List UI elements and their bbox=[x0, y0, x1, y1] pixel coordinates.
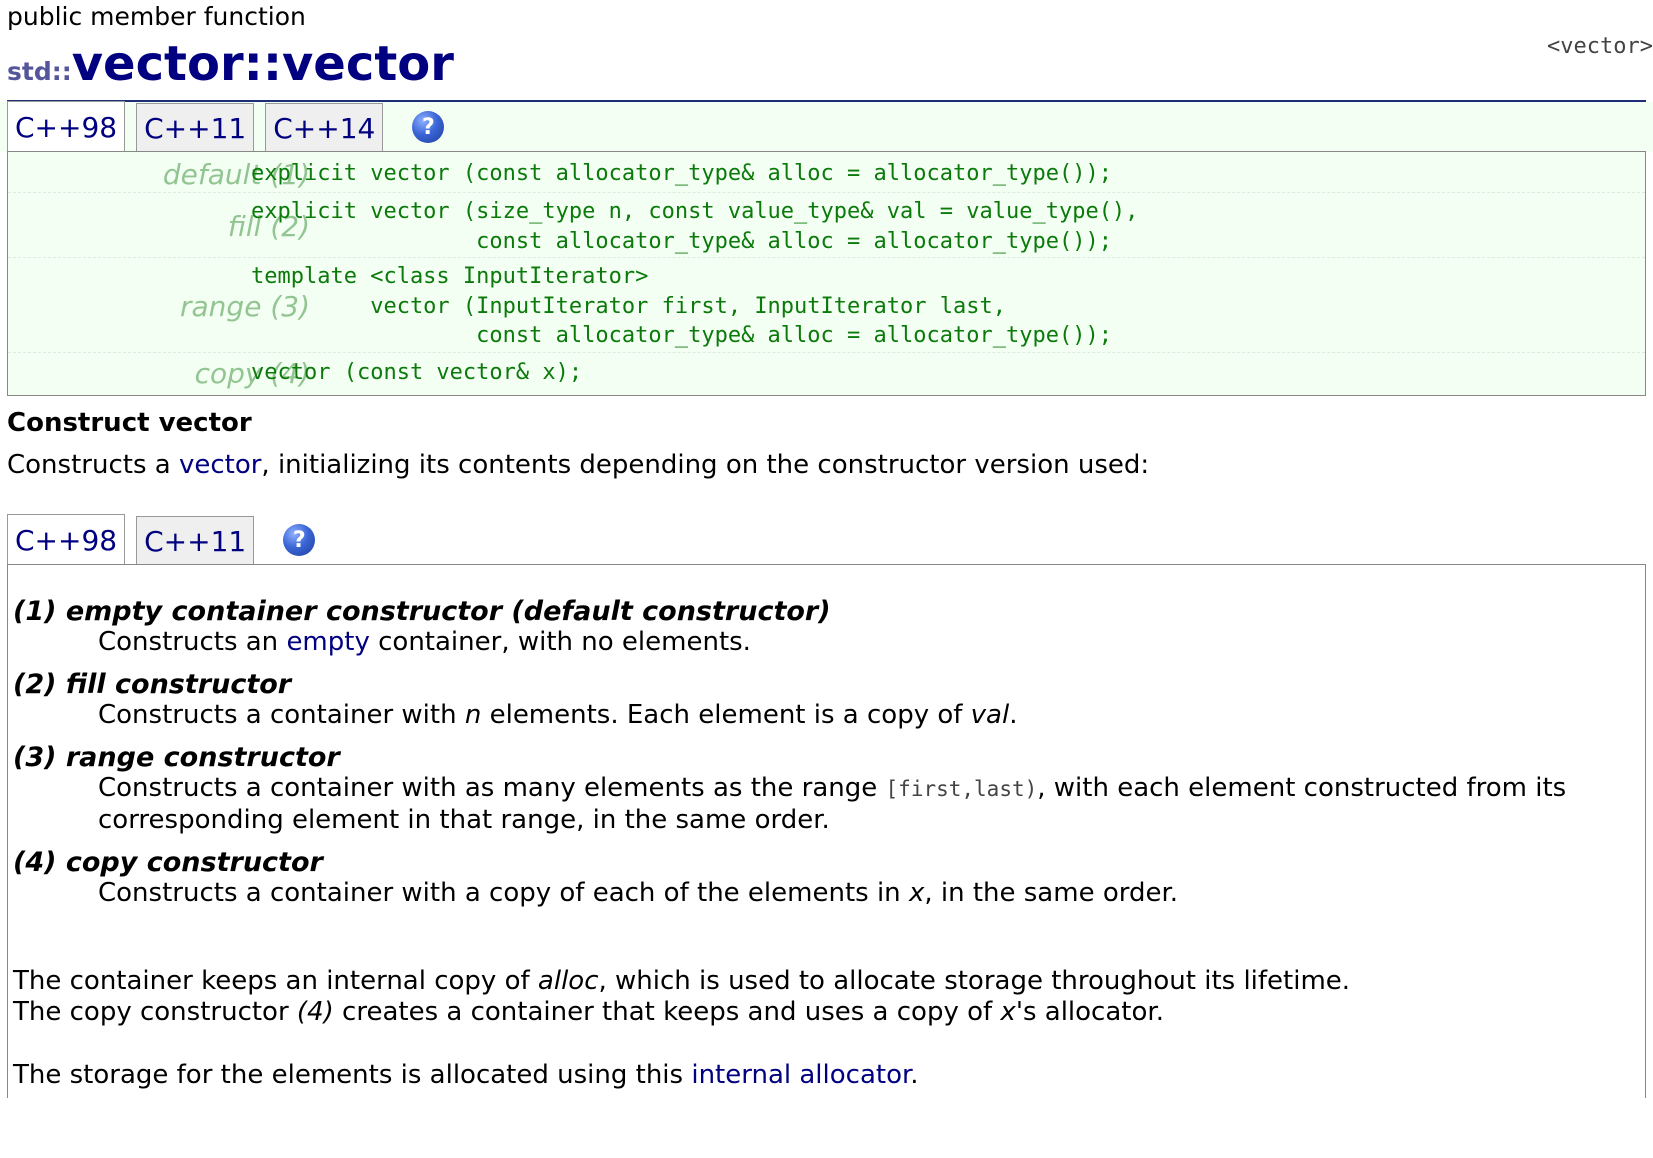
prototype-row-fill: fill (2) explicit vector (size_type n, c… bbox=[8, 192, 1645, 258]
prototype-row-copy: copy (4) vector (const vector& x); bbox=[8, 352, 1645, 395]
help-icon[interactable]: ? bbox=[283, 524, 316, 556]
function-name: vector::vector bbox=[71, 36, 454, 92]
prototype-code: vector (const vector& x); bbox=[251, 360, 583, 385]
tab-cpp14[interactable]: C++14 bbox=[265, 103, 384, 153]
constructor-heading-fill: (2) fill constructor bbox=[13, 669, 292, 700]
allocator-note: The container keeps an internal copy of … bbox=[13, 966, 1351, 996]
prototype-row-range: range (3) template <class InputIterator>… bbox=[8, 257, 1645, 353]
prototype-version-tabs: C++98 C++11 C++14 ? bbox=[7, 101, 445, 153]
page-title: std::vector::vector bbox=[7, 36, 454, 92]
vector-link[interactable]: vector bbox=[179, 450, 261, 480]
prototype-code: explicit vector (size_type n, const valu… bbox=[251, 199, 1139, 254]
storage-note: The storage for the elements is allocate… bbox=[13, 1060, 919, 1090]
constructor-body-fill: Constructs a container with n elements. … bbox=[98, 700, 1018, 730]
header-file-link[interactable]: <vector> bbox=[1547, 34, 1653, 59]
range-notation: [first,last) bbox=[885, 777, 1038, 801]
prototype-table: default (1) explicit vector (const alloc… bbox=[7, 151, 1646, 396]
tab-cpp11[interactable]: C++11 bbox=[136, 516, 255, 566]
tab-cpp98[interactable]: C++98 bbox=[7, 514, 126, 566]
constructor-heading-copy: (4) copy constructor bbox=[13, 847, 323, 878]
prototype-code: template <class InputIterator> vector (I… bbox=[251, 264, 1112, 348]
copy-allocator-note: The copy constructor (4) creates a conta… bbox=[13, 997, 1164, 1027]
constructor-body-range: Constructs a container with as many elem… bbox=[98, 773, 1567, 835]
prototype-code: explicit vector (const allocator_type& a… bbox=[251, 161, 1112, 186]
tab-cpp98[interactable]: C++98 bbox=[7, 101, 126, 153]
member-kind-label: public member function bbox=[7, 2, 306, 31]
namespace-prefix: std:: bbox=[7, 57, 72, 86]
tab-cpp11[interactable]: C++11 bbox=[136, 103, 255, 153]
description-version-tabs: C++98 C++11 ? bbox=[7, 514, 316, 566]
section-heading: Construct vector bbox=[7, 408, 252, 438]
empty-link[interactable]: empty bbox=[286, 627, 369, 657]
constructor-heading-empty: (1) empty container constructor (default… bbox=[13, 596, 831, 627]
constructor-heading-range: (3) range constructor bbox=[13, 742, 340, 773]
intro-text: Constructs a vector, initializing its co… bbox=[7, 450, 1150, 480]
help-icon[interactable]: ? bbox=[412, 111, 445, 143]
constructor-descriptions: (1) empty container constructor (default… bbox=[7, 564, 1646, 1098]
constructor-body-empty: Constructs an empty container, with no e… bbox=[98, 627, 751, 657]
constructor-body-copy: Constructs a container with a copy of ea… bbox=[98, 878, 1179, 908]
internal-allocator-link[interactable]: internal allocator bbox=[691, 1060, 910, 1090]
prototype-row-default: default (1) explicit vector (const alloc… bbox=[8, 152, 1645, 192]
